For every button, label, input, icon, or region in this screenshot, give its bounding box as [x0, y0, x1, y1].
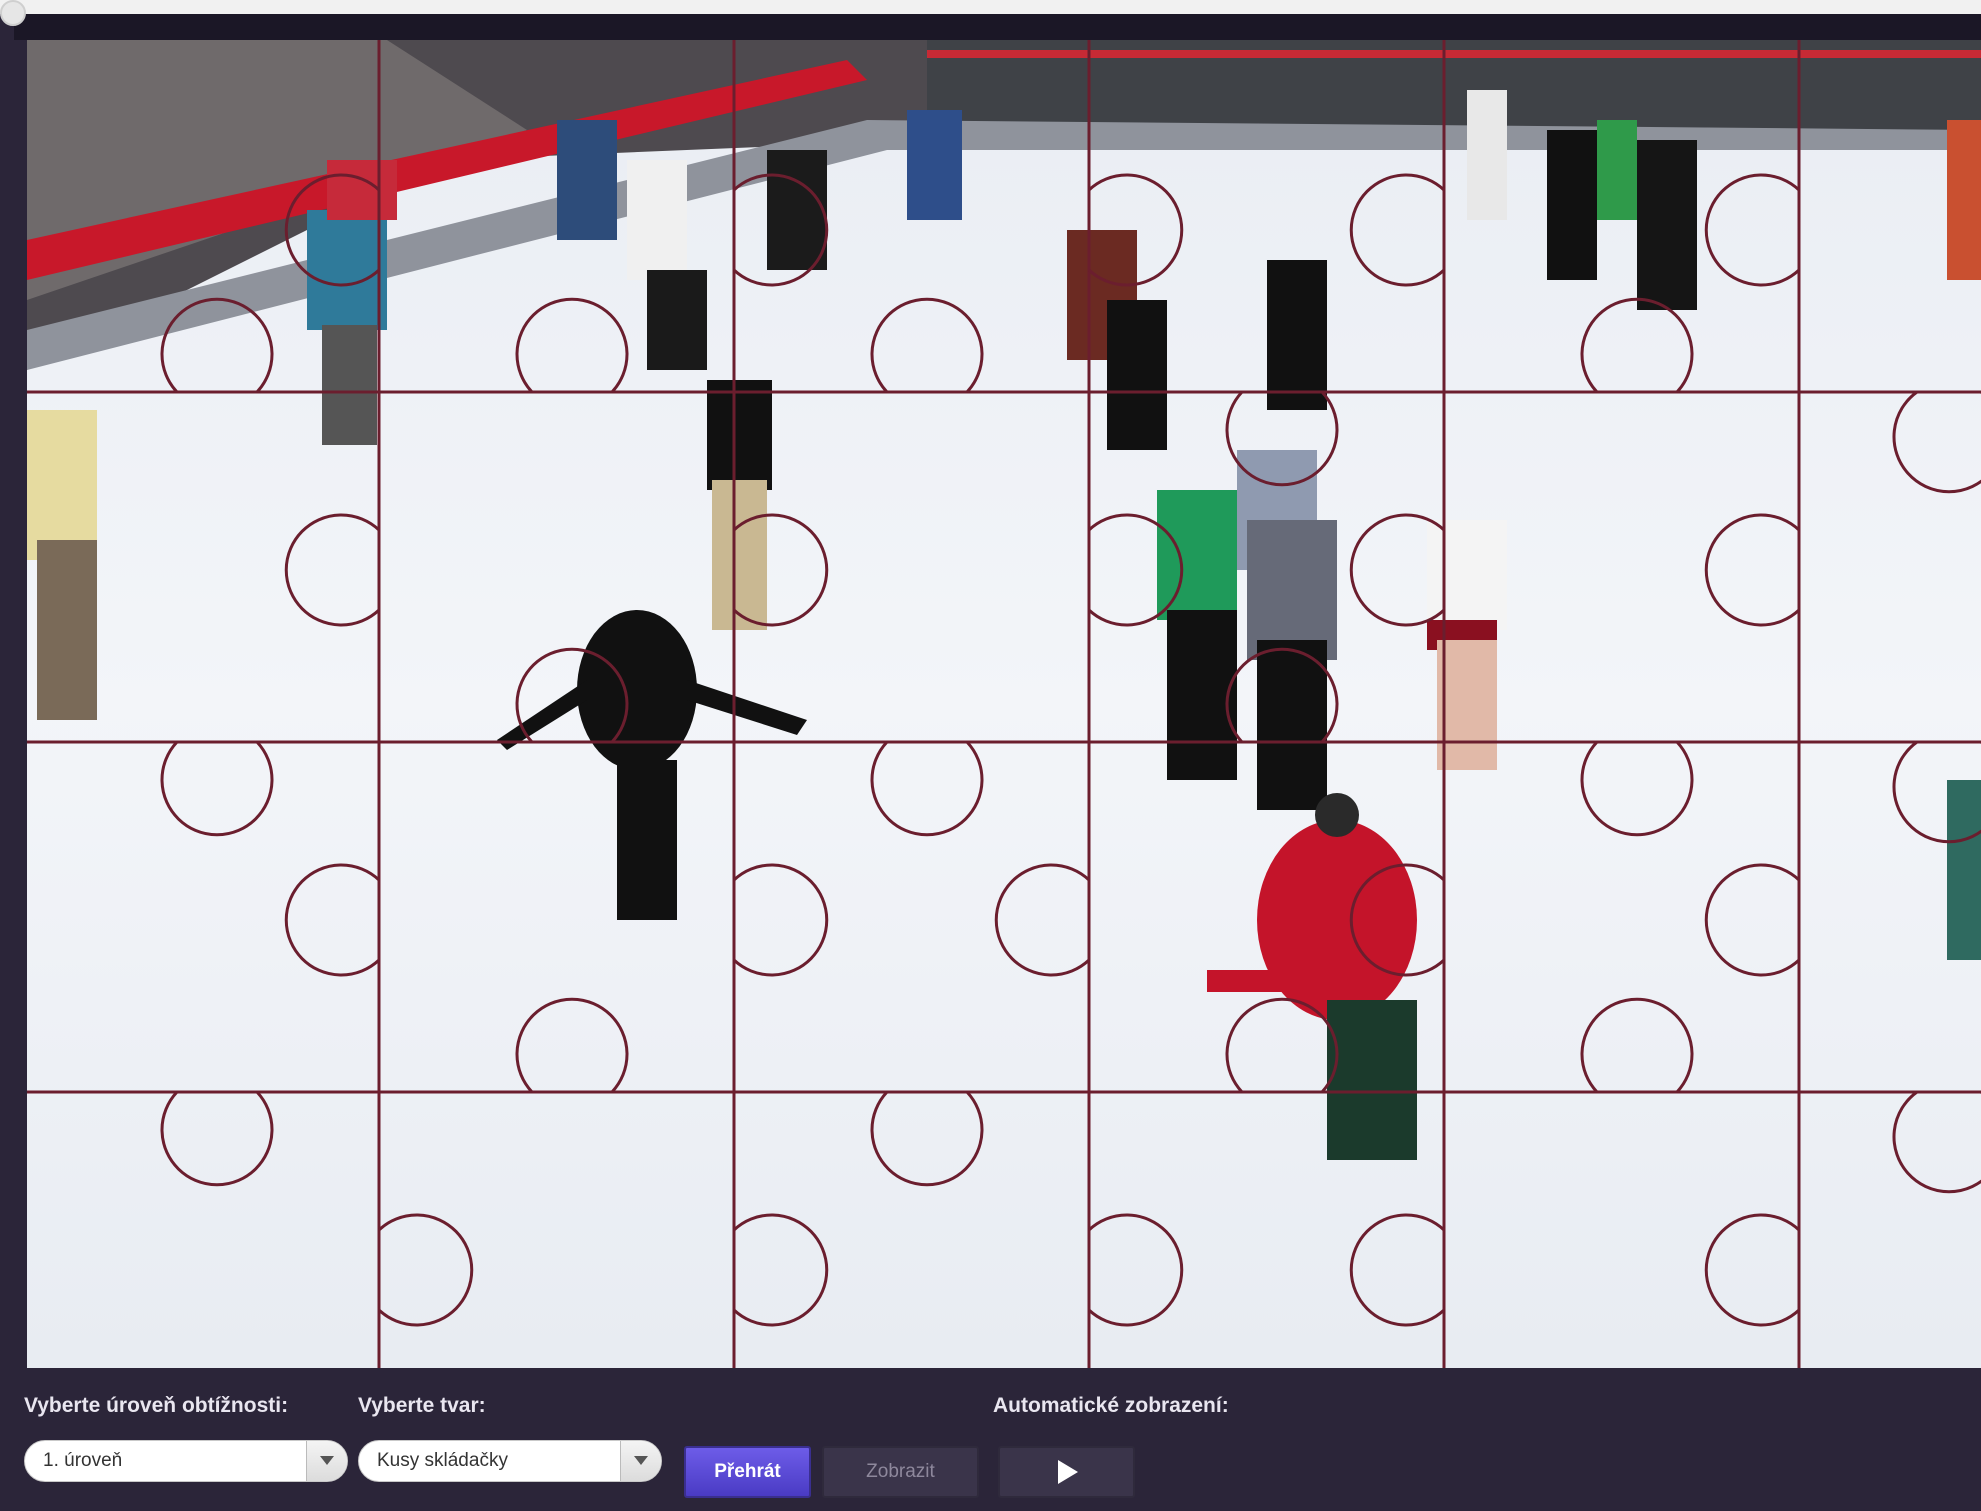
- auto-play-button[interactable]: [998, 1446, 1135, 1498]
- board-top-border: [14, 14, 1981, 40]
- puzzle-app: Vyberte úroveň obtížnosti: Vyberte tvar:…: [0, 0, 1981, 1511]
- window-top-strip: [0, 0, 1981, 14]
- difficulty-select[interactable]: 1. úroveň: [24, 1440, 348, 1482]
- puzzle-image: [27, 40, 1981, 1368]
- auto-display-label: Automatické zobrazení:: [993, 1394, 1229, 1417]
- chevron-down-icon[interactable]: [620, 1441, 661, 1481]
- shape-label: Vyberte tvar:: [358, 1394, 486, 1417]
- play-button[interactable]: Přehrát: [684, 1446, 811, 1498]
- shape-select[interactable]: Kusy skládačky: [358, 1440, 662, 1482]
- chevron-down-icon[interactable]: [306, 1441, 347, 1481]
- play-icon: [1057, 1460, 1078, 1484]
- back-railing: [927, 50, 1981, 58]
- difficulty-select-value: 1. úroveň: [43, 1450, 123, 1471]
- show-button[interactable]: Zobrazit: [822, 1446, 979, 1498]
- corner-circle-icon: [0, 0, 26, 26]
- puzzle-board[interactable]: [27, 40, 1981, 1368]
- control-bar: Vyberte úroveň obtížnosti: Vyberte tvar:…: [0, 1368, 1981, 1511]
- difficulty-label: Vyberte úroveň obtížnosti:: [24, 1394, 289, 1417]
- shape-select-value: Kusy skládačky: [377, 1450, 508, 1471]
